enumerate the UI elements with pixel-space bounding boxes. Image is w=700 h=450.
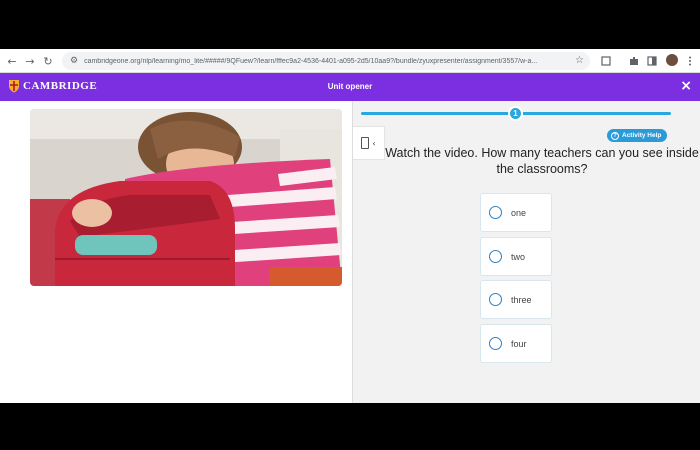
question-pane: 1 ‹ ? Activity Help Watch the video. How… (352, 101, 700, 403)
screenshot-icon[interactable] (598, 53, 614, 69)
close-icon[interactable]: × (680, 78, 692, 94)
question-text: Watch the video. How many teachers can y… (385, 146, 699, 176)
forward-icon[interactable]: → (21, 52, 39, 70)
document-icon (361, 137, 370, 149)
radio-button[interactable] (489, 337, 502, 350)
radio-button[interactable] (489, 250, 502, 263)
answer-option[interactable]: one (480, 193, 552, 232)
activity-help-label: Activity Help (622, 132, 662, 139)
radio-button[interactable] (489, 293, 502, 306)
video-thumbnail (30, 109, 342, 286)
answer-option-label: four (511, 338, 527, 349)
answer-option[interactable]: three (480, 280, 552, 319)
answer-option[interactable]: four (480, 324, 552, 363)
reload-icon[interactable]: ↻ (39, 52, 57, 70)
extension-icon[interactable] (626, 53, 642, 69)
sidebar-icon[interactable] (644, 53, 660, 69)
menu-icon[interactable] (682, 53, 698, 69)
browser-toolbar: ← → ↻ ⚙ cambridgeone.org/nlp/learning/mo… (0, 49, 700, 73)
radio-button[interactable] (489, 206, 502, 219)
answer-option-label: one (511, 207, 527, 218)
media-pane (0, 101, 352, 403)
bookmark-star-icon[interactable]: ☆ (575, 55, 584, 66)
resource-panel-toggle[interactable]: ‹ (353, 126, 385, 160)
address-bar[interactable]: ⚙ cambridgeone.org/nlp/learning/mo_lite/… (62, 52, 590, 70)
site-info-icon[interactable]: ⚙ (70, 56, 78, 66)
video-player[interactable] (30, 109, 342, 286)
answer-option-label: three (511, 294, 532, 305)
help-icon: ? (611, 131, 619, 140)
page-title: Unit opener (327, 82, 373, 91)
chevron-left-icon: ‹ (372, 138, 376, 148)
url-text[interactable]: cambridgeone.org/nlp/learning/mo_lite/##… (84, 58, 564, 65)
progress-step-indicator[interactable]: 1 (508, 106, 523, 121)
answer-option[interactable]: two (480, 237, 552, 276)
profile-avatar[interactable] (666, 54, 678, 66)
app-header: CAMBRIDGE Unit opener × (0, 73, 700, 101)
answer-option-label: two (511, 251, 526, 262)
back-icon[interactable]: ← (3, 52, 21, 70)
video-frame: ← → ↻ ⚙ cambridgeone.org/nlp/learning/mo… (0, 0, 700, 450)
activity-help-button[interactable]: ? Activity Help (607, 129, 668, 142)
